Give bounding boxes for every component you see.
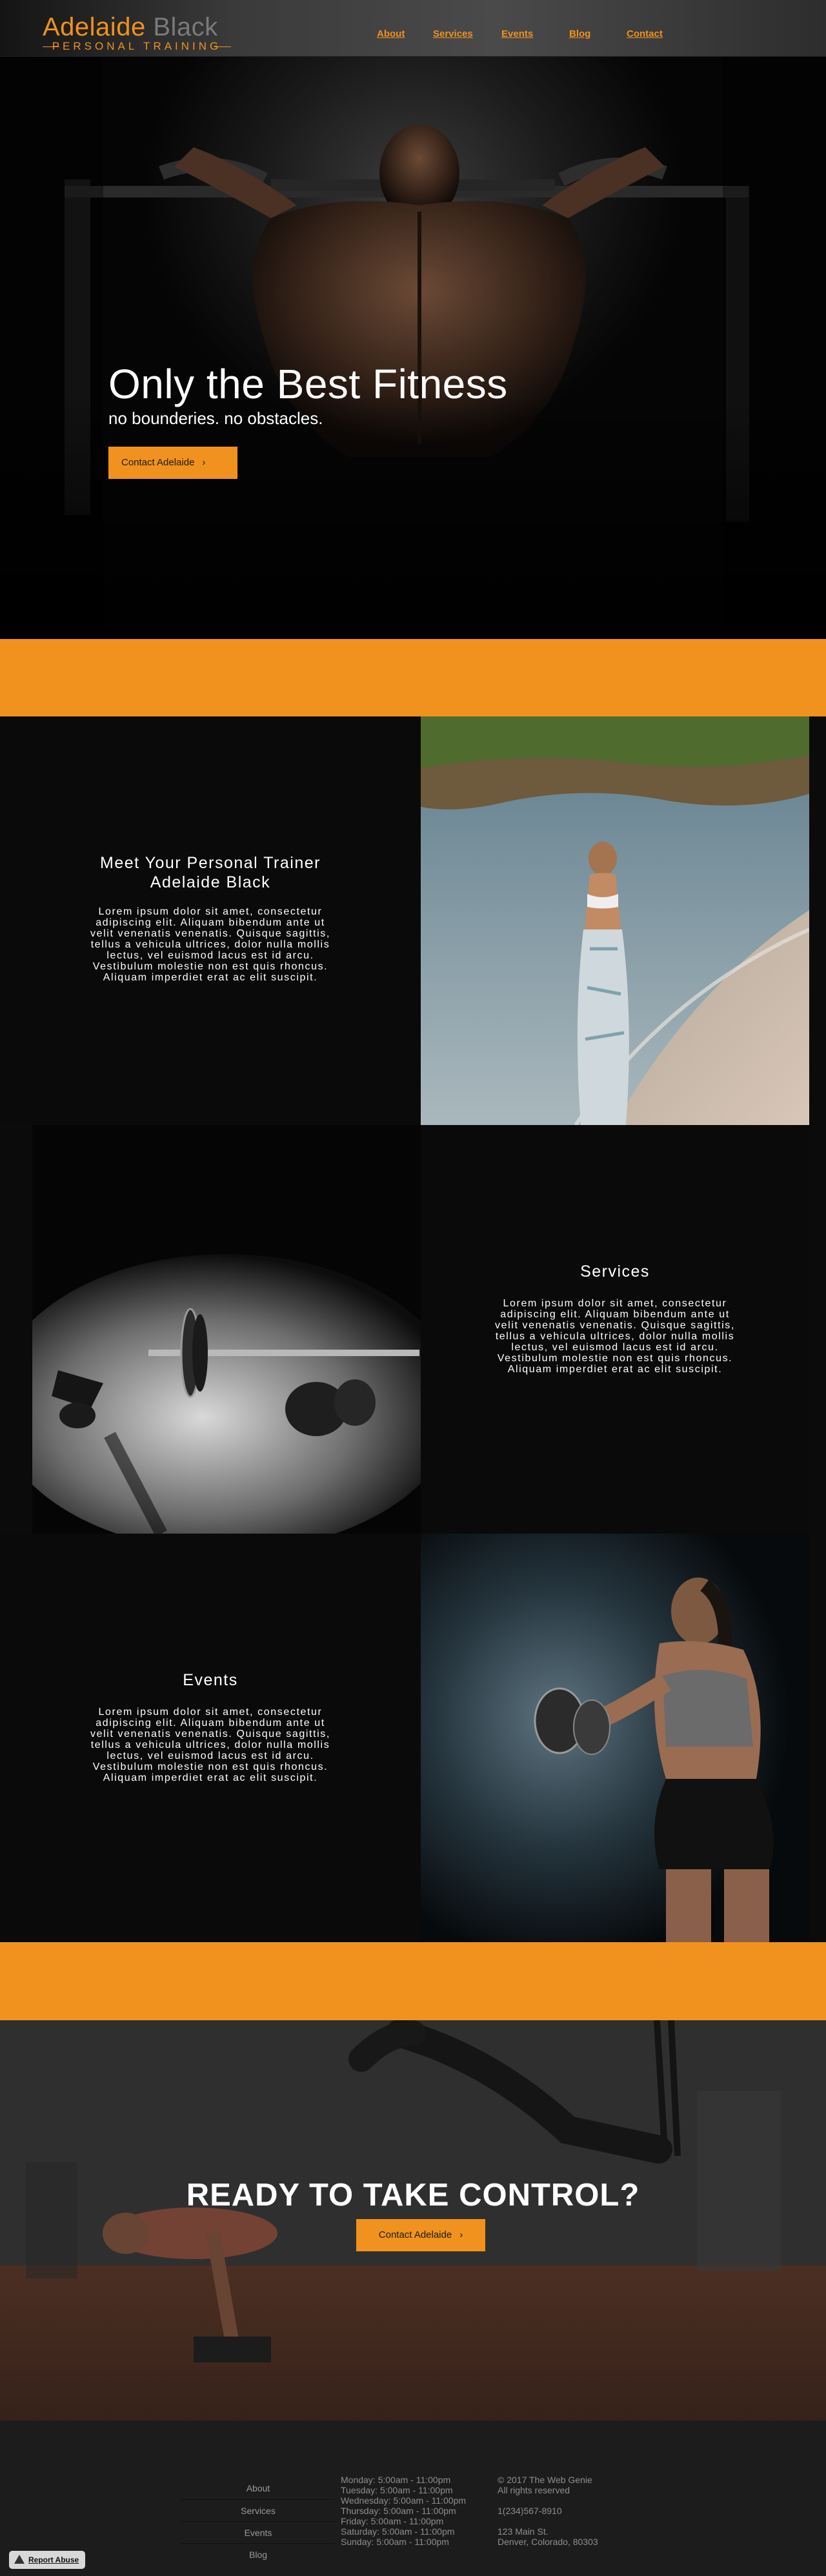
text-line: lectus, vel euismod lacus est id arcu. — [106, 950, 314, 961]
events-heading: Events — [183, 1671, 238, 1689]
copyright-text: © 2017 The Web Genie — [498, 2475, 592, 2485]
text-line: tellus a vehicula ultrices, dolor nulla … — [90, 1739, 330, 1750]
trainer-heading-line1: Meet Your Personal Trainer — [100, 854, 321, 872]
nav-events[interactable]: Events — [501, 28, 533, 39]
text-line: adipiscing elit. Aliquam bibendum ante u… — [96, 917, 325, 928]
report-abuse-button[interactable]: Report Abuse — [9, 2551, 86, 2569]
logo-wordmark: Adelaide Black — [43, 13, 236, 41]
logo-word-first: Adelaide — [43, 13, 146, 41]
footer-nav-about[interactable]: About — [181, 2477, 336, 2499]
footer-nav-blog[interactable]: Blog — [181, 2543, 336, 2565]
warning-icon — [14, 2555, 25, 2564]
text-line: Vestibulum molestie non est quis rhoncus… — [497, 1353, 733, 1364]
text-line: Vestibulum molestie non est quis rhoncus… — [92, 961, 328, 972]
text-line: tellus a vehicula ultrices, dolor nulla … — [495, 1331, 735, 1342]
hero-section: Only the Best Fitness no bounderies. no … — [0, 57, 826, 639]
nav-about[interactable]: About — [377, 28, 405, 39]
text-line: lectus, vel euismod lacus est id arcu. — [511, 1342, 719, 1353]
trainer-body-text: Lorem ipsum dolor sit amet, consectetur … — [81, 906, 339, 983]
services-heading: Services — [580, 1263, 650, 1281]
trainer-heading-line2: Adelaide Black — [150, 873, 271, 891]
events-text-block: Events Lorem ipsum dolor sit amet, conse… — [0, 1534, 421, 1942]
text-line: tellus a vehicula ultrices, dolor nulla … — [90, 939, 330, 950]
text-line: velit venenatis venenatis. Quisque sagit… — [495, 1320, 735, 1331]
text-line: velit venenatis venenatis. Quisque sagit… — [90, 928, 330, 939]
text-line: Aliquam imperdiet erat ac elit suscipit. — [507, 1364, 723, 1375]
text-line: Lorem ipsum dolor sit amet, consectetur — [98, 1707, 323, 1718]
nav-services[interactable]: Services — [433, 28, 473, 39]
site-footer: About Services Events Blog Monday: 5:00a… — [0, 2420, 826, 2576]
phone-number: 1(234)567-8910 — [498, 2506, 562, 2516]
hero-title: Only the Best Fitness — [108, 361, 508, 407]
events-athlete-photo — [421, 1534, 809, 1942]
accent-band-top — [0, 639, 826, 716]
text-line: lectus, vel euismod lacus est id arcu. — [106, 1750, 314, 1761]
hero-contact-button[interactable]: Contact Adelaide › — [108, 447, 237, 479]
events-body-text: Lorem ipsum dolor sit amet, consectetur … — [81, 1707, 339, 1783]
hero-subtitle: no bounderies. no obstacles. — [108, 409, 323, 428]
opening-hours: Monday: 5:00am - 11:00pm Tuesday: 5:00am… — [341, 2475, 466, 2547]
text-line: Aliquam imperdiet erat ac elit suscipit. — [103, 1772, 318, 1783]
text-line: adipiscing elit. Aliquam bibendum ante u… — [500, 1309, 730, 1320]
address-city: Denver, Colorado, 80303 — [498, 2537, 598, 2547]
hours-line: Wednesday: 5:00am - 11:00pm — [341, 2495, 467, 2506]
hours-line: Friday: 5:00am - 11:00pm — [341, 2516, 444, 2526]
hours-line: Tuesday: 5:00am - 11:00pm — [341, 2485, 453, 2495]
text-line: velit venenatis venenatis. Quisque sagit… — [90, 1729, 330, 1739]
cta-contact-button-label: Contact Adelaide — [378, 2229, 452, 2240]
accent-band-bottom — [0, 1942, 826, 2020]
hero-contact-button-label: Contact Adelaide — [121, 457, 195, 468]
text-line: adipiscing elit. Aliquam bibendum ante u… — [96, 1718, 325, 1729]
trainer-text-block: Meet Your Personal Trainer Adelaide Blac… — [0, 716, 421, 1125]
text-line: Lorem ipsum dolor sit amet, consectetur — [503, 1298, 727, 1309]
text-line: Lorem ipsum dolor sit amet, consectetur — [98, 906, 323, 917]
report-abuse-label: Report Abuse — [28, 2555, 79, 2564]
services-text-block: Services Lorem ipsum dolor sit amet, con… — [421, 1125, 809, 1534]
text-line: Aliquam imperdiet erat ac elit suscipit. — [103, 972, 318, 983]
cta-contact-button[interactable]: Contact Adelaide › — [356, 2219, 485, 2251]
nav-contact[interactable]: Contact — [627, 28, 663, 39]
footer-contact-info: © 2017 The Web Genie All rights reserved… — [498, 2475, 598, 2547]
chevron-right-icon: › — [202, 457, 206, 468]
main-nav: About Services Events Blog Contact — [374, 28, 671, 43]
nav-blog[interactable]: Blog — [569, 28, 590, 39]
footer-nav-services[interactable]: Services — [181, 2499, 336, 2521]
hours-line: Monday: 5:00am - 11:00pm — [341, 2475, 451, 2485]
trainer-beach-photo — [421, 716, 809, 1125]
logo-word-second: Black — [153, 13, 218, 41]
address-street: 123 Main St. — [498, 2526, 549, 2537]
logo-tagline: PERSONAL TRAINING — [43, 40, 231, 53]
cta-title: READY TO TAKE CONTROL? — [186, 2178, 640, 2213]
chevron-right-icon: › — [459, 2229, 463, 2240]
trainer-heading: Meet Your Personal Trainer Adelaide Blac… — [0, 853, 421, 892]
hours-line: Thursday: 5:00am - 11:00pm — [341, 2506, 456, 2516]
cta-section: READY TO TAKE CONTROL? Contact Adelaide › — [0, 2020, 826, 2420]
hero-athlete-image — [0, 57, 826, 639]
site-header: Adelaide Black PERSONAL TRAINING About S… — [0, 0, 826, 57]
rights-text: All rights reserved — [498, 2485, 570, 2495]
text-line: Vestibulum molestie non est quis rhoncus… — [92, 1761, 328, 1772]
footer-nav-events[interactable]: Events — [181, 2521, 336, 2543]
services-body-text: Lorem ipsum dolor sit amet, consectetur … — [486, 1298, 744, 1375]
hours-line: Sunday: 5:00am - 11:00pm — [341, 2537, 449, 2547]
hours-line: Saturday: 5:00am - 11:00pm — [341, 2526, 455, 2537]
services-weights-photo — [32, 1125, 421, 1534]
site-logo[interactable]: Adelaide Black PERSONAL TRAINING — [43, 13, 236, 52]
footer-nav: About Services Events Blog — [181, 2477, 336, 2565]
